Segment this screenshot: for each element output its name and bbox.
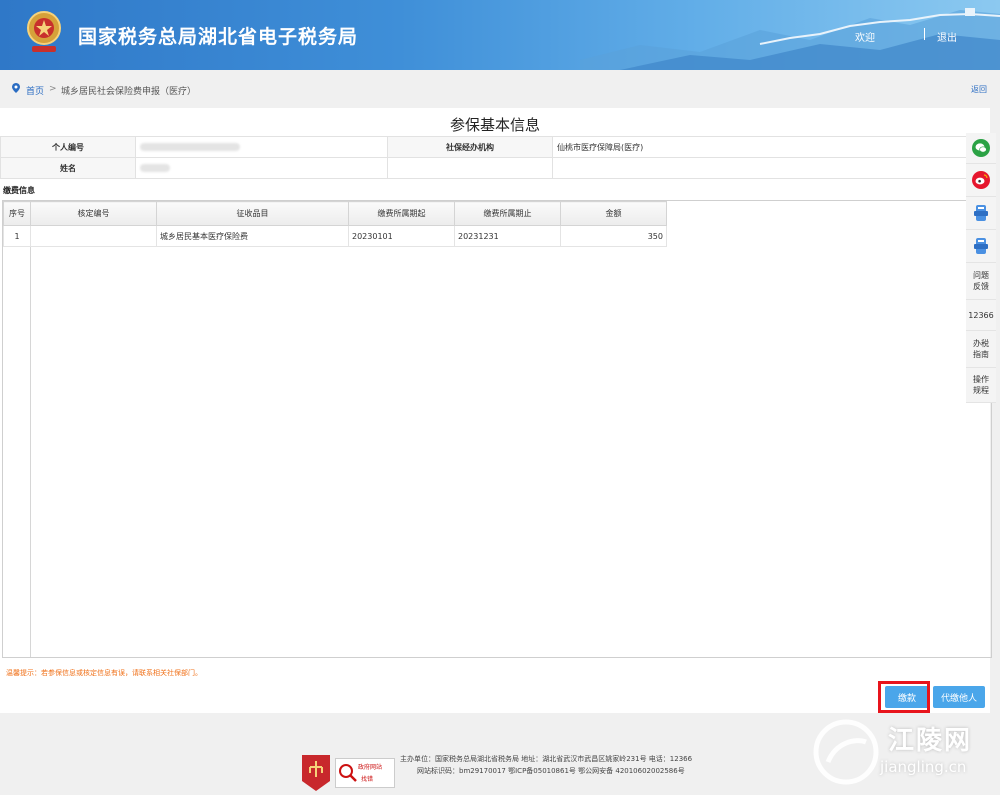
payment-table: 序号 核定编号 征收品目 缴费所属期起 缴费所属期止 金额 1 城乡居民基本医疗…	[3, 201, 667, 247]
table-header-row: 序号 核定编号 征收品目 缴费所属期起 缴费所属期止 金额	[3, 201, 667, 226]
header-divider	[924, 28, 925, 40]
site-title: 国家税务总局湖北省电子税务局	[78, 26, 359, 48]
empty-cell	[387, 157, 553, 179]
period-end: 20231231	[454, 225, 561, 247]
agency-label: 社保经办机构	[387, 136, 553, 158]
sidebar-item-app[interactable]	[966, 197, 996, 230]
row-index: 1	[3, 225, 31, 247]
page-title: 参保基本信息	[449, 116, 540, 134]
assessment-number	[30, 225, 157, 247]
sidebar-item-weibo[interactable]	[966, 164, 996, 197]
column-header[interactable]: 征收品目	[156, 201, 349, 226]
gov-site-error-badge[interactable]: 政府网站 找错	[335, 758, 395, 788]
breadcrumb-current: 城乡居民社会保险费申报（医疗）	[61, 87, 197, 97]
levy-item: 城乡居民基本医疗保险费	[156, 225, 349, 247]
sidebar-label: 办税指南	[973, 339, 989, 359]
sidebar-item-operation-rules[interactable]: 操作规程	[966, 368, 996, 403]
empty-cell	[552, 157, 967, 179]
location-pin-icon	[12, 83, 20, 93]
logout-link[interactable]: 退出	[937, 29, 957, 44]
payment-info-label: 缴费信息	[3, 186, 35, 195]
personal-id-value	[135, 136, 388, 158]
sidebar-label: 问题反馈	[973, 271, 989, 291]
column-header[interactable]: 缴费所属期止	[454, 201, 561, 226]
basic-info-table: 个人编号 社保经办机构 仙桃市医疗保障局(医疗) 姓名	[0, 136, 967, 179]
weibo-icon	[972, 171, 990, 189]
breadcrumb: 首页 > 城乡居民社会保险费申报（医疗） 返回	[0, 70, 1000, 104]
welcome-text: 欢迎	[855, 33, 875, 44]
personal-id-label: 个人编号	[0, 136, 136, 158]
table-row[interactable]: 1 城乡居民基本医疗保险费 20230101 20231231 350	[3, 225, 667, 247]
app-icon	[974, 238, 988, 254]
grid-column-line	[30, 201, 31, 657]
footer-site-id: 网站标识码：bm29170017 鄂ICP备05010861号 鄂公网安备 42…	[417, 767, 685, 775]
redacted-value	[140, 164, 170, 172]
warm-tip: 温馨提示：若参保信息或核定信息有误，请联系相关社保部门。	[6, 669, 202, 677]
wechat-icon	[972, 139, 990, 157]
amount: 350	[560, 225, 667, 247]
column-header[interactable]: 金额	[560, 201, 667, 226]
sidebar-item-tax-guide[interactable]: 办税指南	[966, 331, 996, 368]
party-badge-icon[interactable]	[300, 753, 332, 793]
sidebar-item-hotline[interactable]: 12366	[966, 300, 996, 331]
sidebar-item-feedback[interactable]: 问题反馈	[966, 263, 996, 300]
sidebar-item-app[interactable]	[966, 230, 996, 263]
breadcrumb-home-link[interactable]: 首页	[26, 84, 44, 97]
name-value	[135, 157, 388, 179]
watermark-domain: jiangling.cn	[880, 758, 967, 776]
agency-value: 仙桃市医疗保障局(医疗)	[552, 136, 967, 158]
period-start: 20230101	[348, 225, 455, 247]
sidebar-item-wechat[interactable]	[966, 133, 996, 164]
app-icon	[974, 205, 988, 221]
gov-badge-line1: 政府网站	[358, 764, 383, 771]
main-panel: 参保基本信息 个人编号 社保经办机构 仙桃市医疗保障局(医疗) 姓名 缴费信息 …	[0, 108, 992, 713]
watermark-brand: 江陵网	[888, 726, 973, 756]
payment-grid: 序号 核定编号 征收品目 缴费所属期起 缴费所属期止 金额 1 城乡居民基本医疗…	[2, 200, 992, 658]
redacted-value	[140, 143, 240, 151]
name-label: 姓名	[0, 157, 136, 179]
breadcrumb-separator: >	[49, 84, 57, 94]
gov-badge-line2: 找错	[361, 774, 374, 783]
pay-for-others-button[interactable]: 代缴他人	[933, 686, 985, 708]
right-sidebar: 问题反馈 12366 办税指南 操作规程	[966, 133, 996, 403]
tax-bureau-emblem-icon	[27, 11, 61, 52]
column-header[interactable]: 序号	[3, 201, 31, 226]
sidebar-label: 操作规程	[973, 375, 989, 395]
top-header: 国家税务总局湖北省电子税务局 欢迎 退出	[0, 0, 1000, 70]
magnifier-icon	[339, 764, 357, 782]
column-header[interactable]: 缴费所属期起	[348, 201, 455, 226]
sidebar-label: 12366	[968, 310, 994, 320]
footer-host-info: 主办单位：国家税务总局湖北省税务局 地址：湖北省武汉市武昌区姚家岭231号 电话…	[400, 755, 693, 763]
back-link[interactable]: 返回	[971, 84, 987, 95]
pay-button[interactable]: 缴款	[885, 686, 929, 708]
column-header[interactable]: 核定编号	[30, 201, 157, 226]
